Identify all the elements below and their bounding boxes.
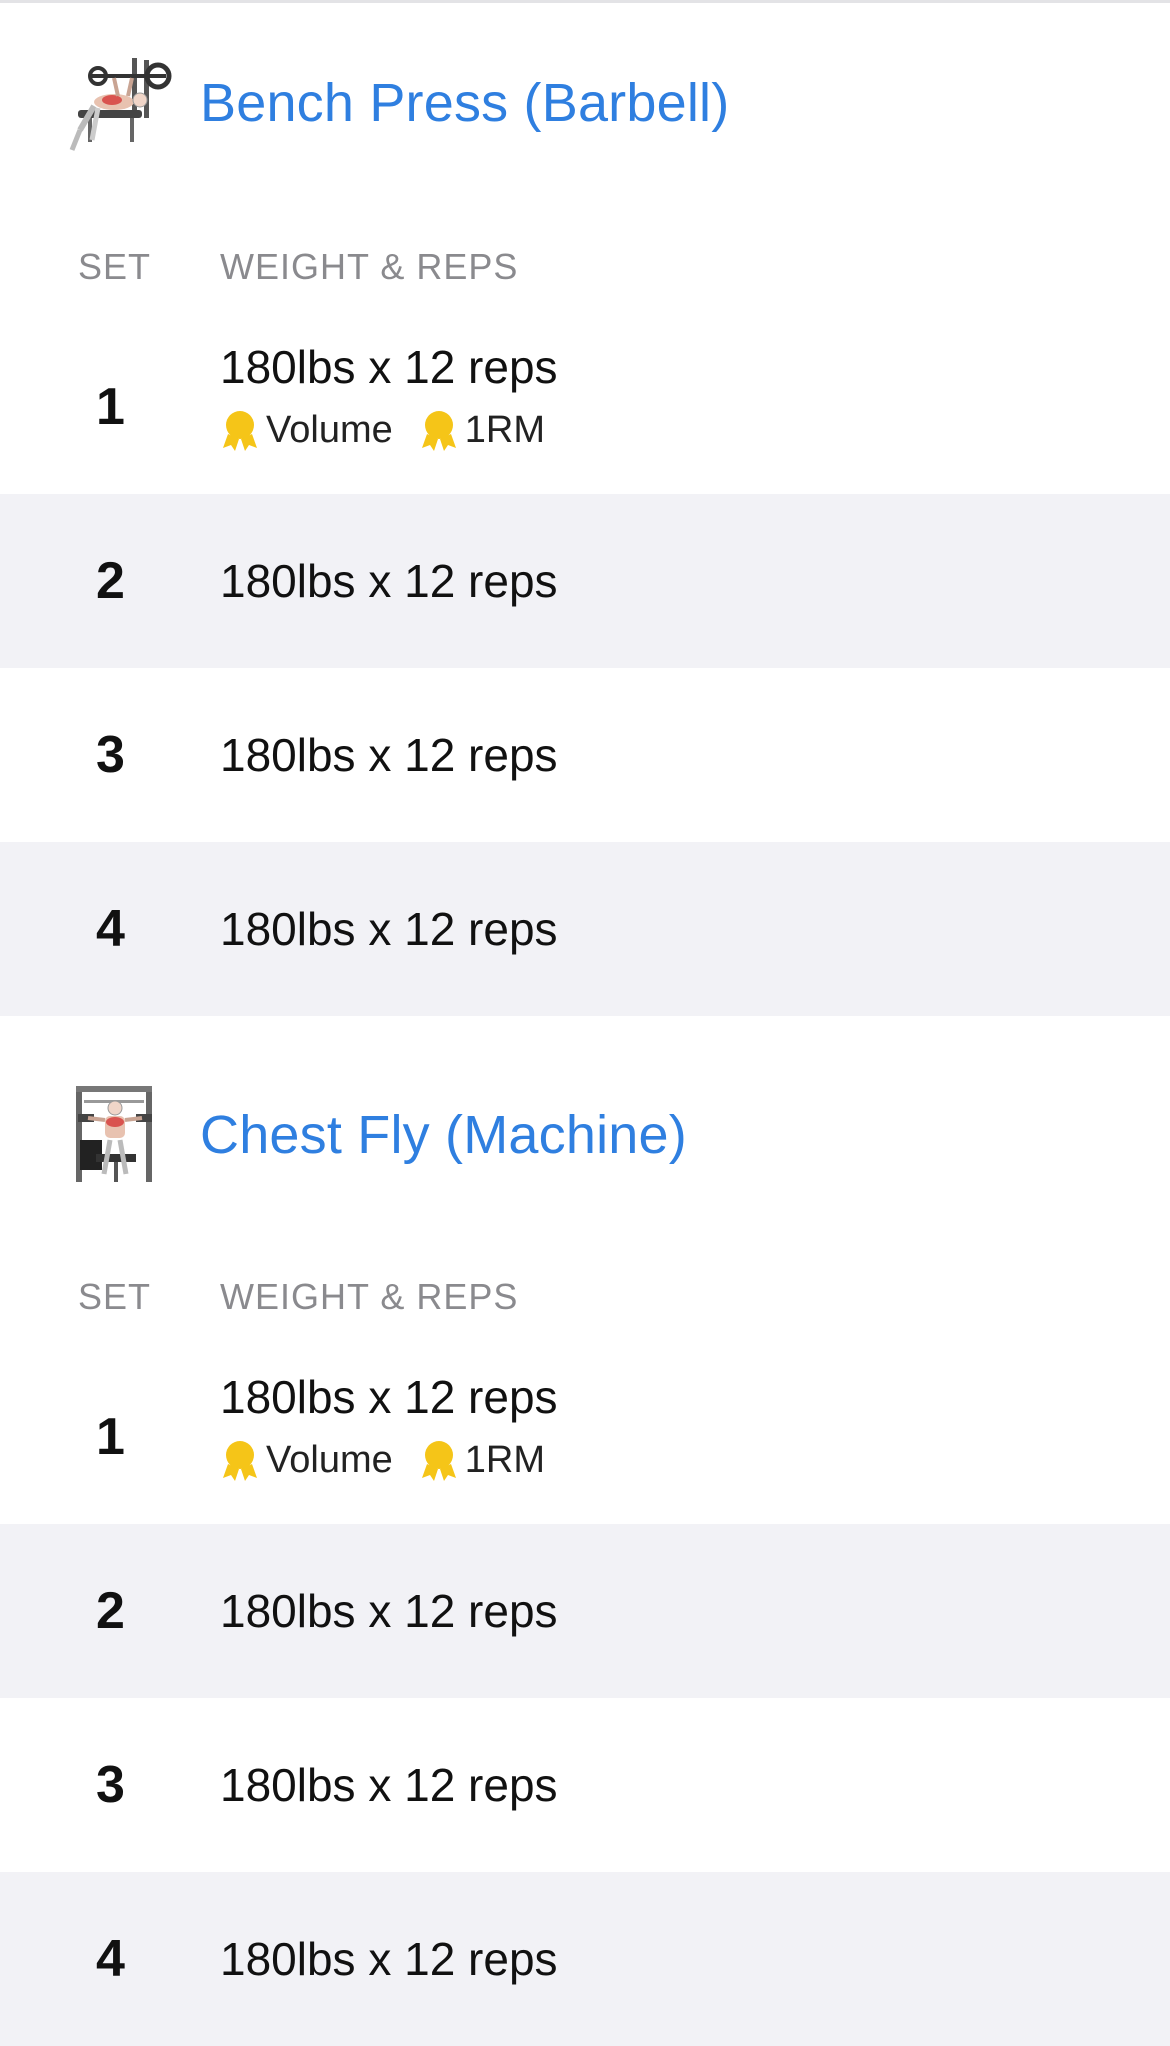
set-number: 3 [96, 1756, 125, 1814]
volume-badge: Volume [220, 408, 393, 452]
set-row: 4 180lbs x 12 reps [0, 1872, 1170, 2046]
column-header: SET WEIGHT & REPS [0, 1240, 1170, 1350]
exercise-header[interactable]: Bench Press (Barbell) [0, 0, 1170, 210]
set-row: 2 180lbs x 12 reps [0, 1524, 1170, 1698]
set-column-label: SET [78, 246, 152, 287]
set-weight-reps: 180lbs x 12 reps [220, 903, 558, 955]
medal-icon [421, 1441, 456, 1481]
pr-badges: Volume 1RM [220, 1438, 571, 1482]
column-header: SET WEIGHT & REPS [0, 210, 1170, 320]
set-row: 1 180lbs x 12 reps Volume 1RM [0, 320, 1170, 494]
set-weight-reps: 180lbs x 12 reps [220, 1585, 558, 1637]
set-number: 4 [96, 900, 125, 958]
badge-label: Volume [266, 1438, 393, 1481]
exercise-card: Bench Press (Barbell) SET WEIGHT & REPS … [0, 0, 1170, 1016]
set-number: 3 [96, 726, 125, 784]
medal-icon [421, 411, 456, 451]
badge-label: 1RM [464, 408, 545, 451]
set-weight-reps: 180lbs x 12 reps [220, 1933, 558, 1985]
set-number: 2 [96, 1582, 125, 1640]
set-number: 1 [96, 1408, 125, 1466]
set-weight-reps: 180lbs x 12 reps [220, 1371, 558, 1423]
bench-press-icon [58, 50, 172, 164]
badge-label: Volume [266, 408, 393, 451]
set-weight-reps: 180lbs x 12 reps [220, 729, 558, 781]
set-row: 3 180lbs x 12 reps [0, 1698, 1170, 1872]
medal-icon [223, 1441, 257, 1481]
exercise-title[interactable]: Bench Press (Barbell) [200, 72, 729, 134]
set-number: 4 [96, 1930, 125, 1988]
exercise-header[interactable]: Chest Fly (Machine) [0, 1030, 1170, 1240]
weight-reps-column-label: WEIGHT & REPS [220, 246, 519, 287]
one-rep-max-badge: 1RM [419, 1438, 545, 1482]
set-row: 4 180lbs x 12 reps [0, 842, 1170, 1016]
chest-fly-machine-icon [58, 1078, 172, 1192]
volume-badge: Volume [220, 1438, 393, 1482]
set-row: 1 180lbs x 12 reps Volume 1RM [0, 1350, 1170, 1524]
weight-reps-column-label: WEIGHT & REPS [220, 1276, 519, 1317]
set-column-label: SET [78, 1276, 152, 1317]
set-weight-reps: 180lbs x 12 reps [220, 555, 558, 607]
set-weight-reps: 180lbs x 12 reps [220, 341, 558, 393]
one-rep-max-badge: 1RM [419, 408, 545, 452]
set-number: 2 [96, 552, 125, 610]
set-weight-reps: 180lbs x 12 reps [220, 1759, 558, 1811]
set-row: 3 180lbs x 12 reps [0, 668, 1170, 842]
medal-icon [223, 411, 257, 451]
set-row: 2 180lbs x 12 reps [0, 494, 1170, 668]
exercise-title[interactable]: Chest Fly (Machine) [200, 1104, 687, 1166]
set-number: 1 [96, 378, 125, 436]
badge-label: 1RM [464, 1438, 545, 1481]
exercise-card: Chest Fly (Machine) SET WEIGHT & REPS 1 … [0, 1030, 1170, 2046]
pr-badges: Volume 1RM [220, 408, 571, 452]
